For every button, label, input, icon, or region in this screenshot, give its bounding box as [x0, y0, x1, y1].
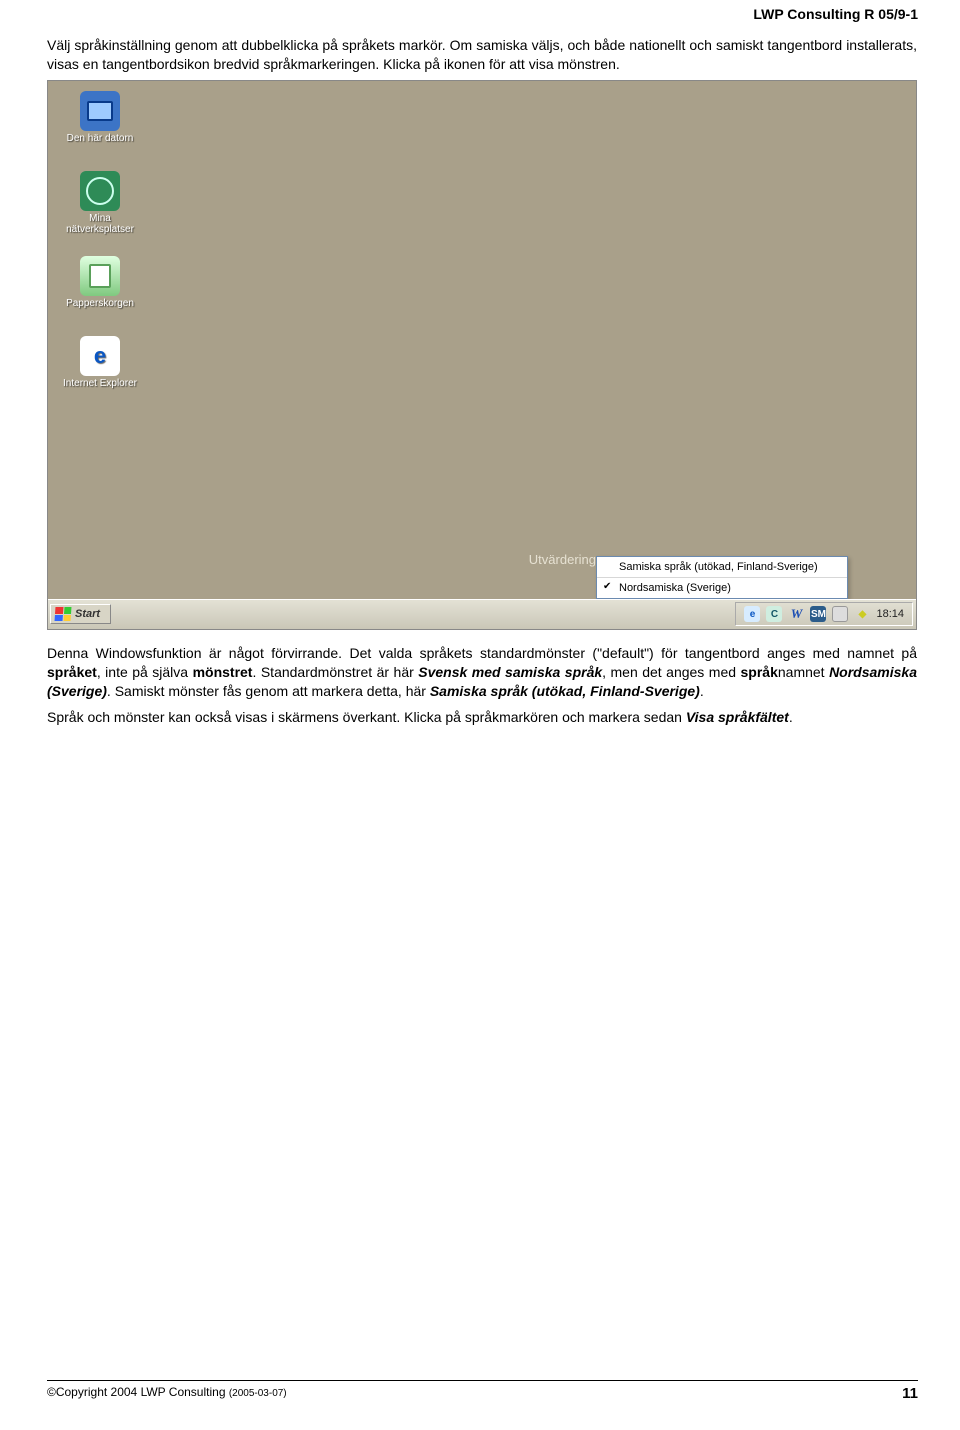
desktop-area: Den här datorn Mina nätverksplatser Papp…: [48, 81, 916, 629]
icon-label: Internet Explorer: [63, 378, 137, 389]
desktop-screenshot: Den här datorn Mina nätverksplatser Papp…: [47, 80, 917, 630]
tray-sm-indicator[interactable]: SM: [810, 606, 826, 622]
icon-label: Den här datorn: [67, 133, 134, 144]
tray-shield-icon[interactable]: ◆: [854, 606, 870, 622]
icon-label: Papperskorgen: [66, 298, 134, 309]
copyright: ©Copyright 2004 LWP Consulting (2005-03-…: [47, 1385, 287, 1402]
start-label: Start: [75, 608, 100, 620]
icon-label: Mina nätverksplatser: [66, 213, 134, 235]
globe-icon: [80, 171, 120, 211]
page-number: 11: [902, 1385, 918, 1402]
system-tray: e C W SM ◆ 18:14: [735, 602, 913, 626]
taskbar: Start e C W SM ◆ 18:14: [48, 599, 916, 629]
icon-network-places[interactable]: Mina nätverksplatser: [60, 171, 140, 235]
icon-my-computer[interactable]: Den här datorn: [60, 91, 140, 144]
start-button[interactable]: Start: [50, 604, 111, 624]
evaluation-watermark: Utvärdering: [529, 552, 596, 567]
language-popup: Samiska språk (utökad, Finland-Sverige) …: [596, 556, 848, 599]
language-option-samiska[interactable]: Samiska språk (utökad, Finland-Sverige): [597, 557, 847, 577]
language-option-nordsamiska[interactable]: Nordsamiska (Sverige): [597, 577, 847, 598]
monitor-icon: [80, 91, 120, 131]
page-footer: ©Copyright 2004 LWP Consulting (2005-03-…: [47, 1380, 918, 1402]
paragraph-2: Denna Windowsfunktion är något förvirran…: [47, 644, 917, 701]
icon-internet-explorer[interactable]: e Internet Explorer: [60, 336, 140, 389]
windows-flag-icon: [55, 607, 72, 621]
page-header: LWP Consulting R 05/9-1: [753, 6, 918, 22]
tray-keyboard-icon[interactable]: [832, 606, 848, 622]
tray-clock: 18:14: [876, 608, 904, 620]
paragraph-3: Språk och mönster kan också visas i skär…: [47, 708, 917, 727]
ie-icon: e: [80, 336, 120, 376]
tray-ie-icon[interactable]: e: [744, 606, 760, 622]
tray-w-icon[interactable]: W: [788, 606, 804, 622]
page-content: Välj språkinställning genom att dubbelkl…: [47, 36, 917, 735]
icon-recycle-bin[interactable]: Papperskorgen: [60, 256, 140, 309]
bin-icon: [80, 256, 120, 296]
intro-paragraph: Välj språkinställning genom att dubbelkl…: [47, 36, 917, 74]
tray-c-icon[interactable]: C: [766, 606, 782, 622]
